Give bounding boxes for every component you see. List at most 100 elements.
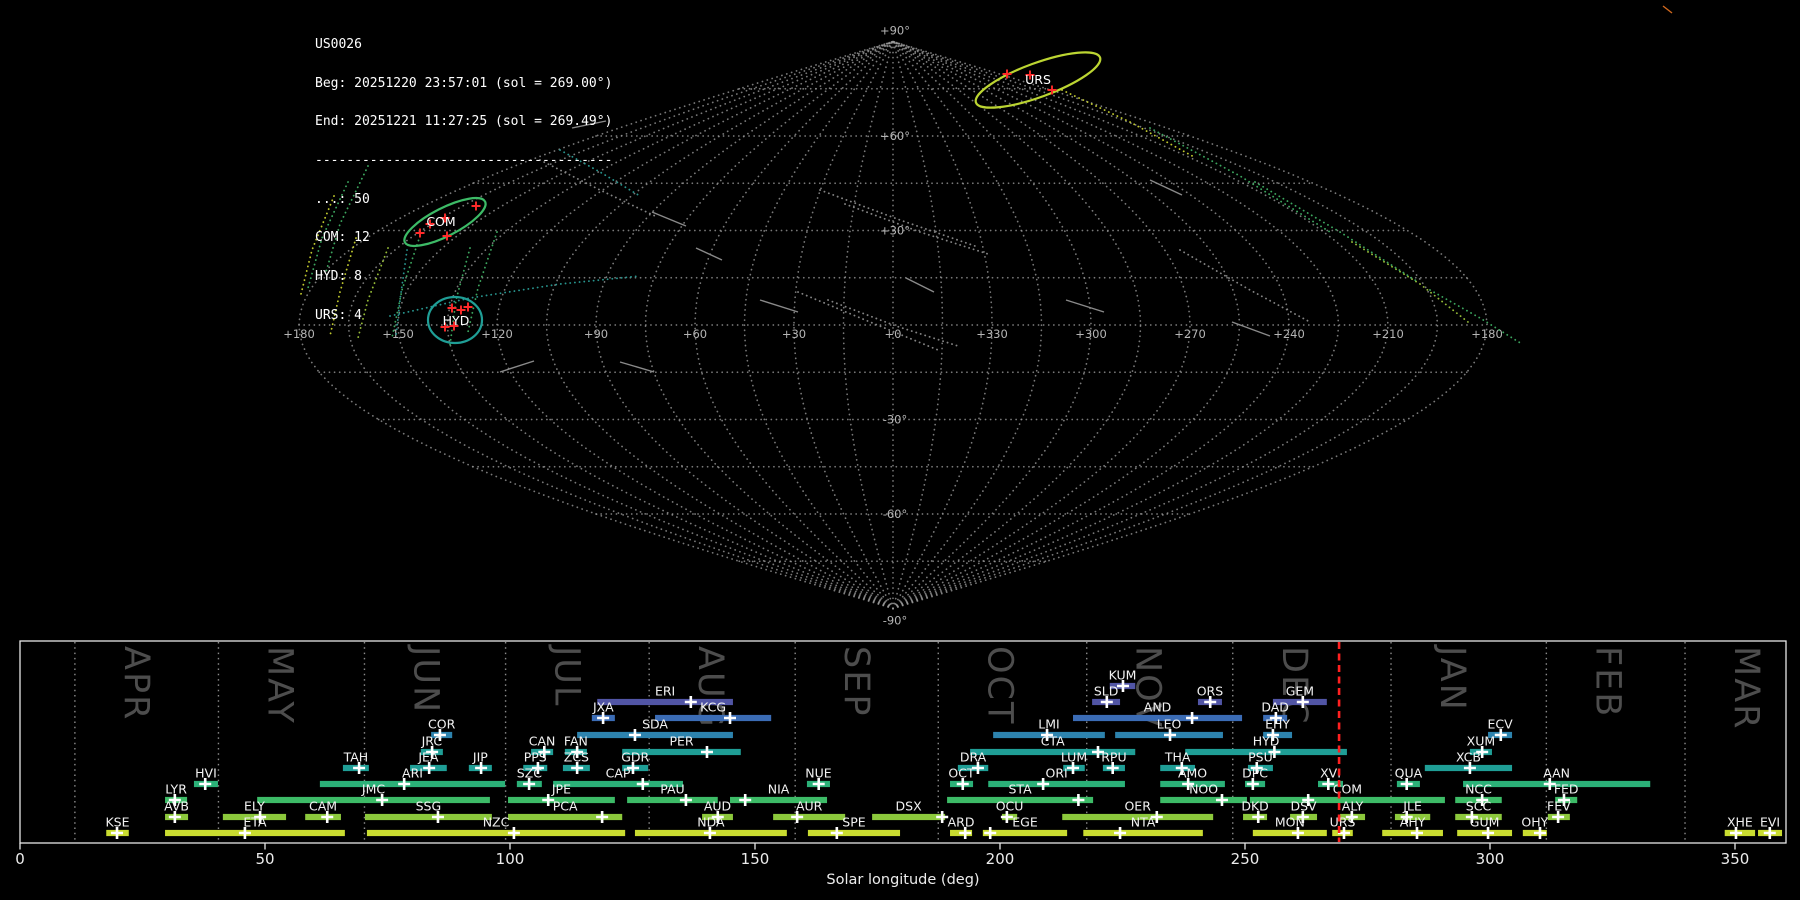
shower-label: ECV — [1487, 717, 1513, 732]
shower-label: COR — [428, 717, 456, 732]
shower-label: FAN — [564, 734, 588, 749]
lon-label: +0 — [885, 327, 902, 341]
radiant-trail — [1149, 127, 1331, 233]
lon-label: +300 — [1075, 327, 1107, 341]
shower-label: AAN — [1543, 766, 1570, 781]
shower-label: NOO — [1189, 782, 1218, 797]
shower-label: SPE — [842, 815, 865, 830]
shower-label: HYD — [1253, 734, 1280, 749]
month-label: APR — [116, 646, 156, 721]
shower-label: ERI — [655, 684, 675, 699]
shower-label: ORS — [1197, 684, 1224, 699]
meteor-segment — [1065, 299, 1105, 313]
shower-peak-marker — [507, 827, 520, 839]
shower-bar — [366, 829, 626, 837]
shower-label: AUD — [704, 799, 731, 814]
shower-label: HVI — [195, 766, 217, 781]
shower-label: PER — [669, 734, 693, 749]
shower-label: EHY — [1265, 717, 1290, 732]
shower-label: LUM — [1061, 750, 1087, 765]
shower-label: OCT — [948, 766, 975, 781]
shower-label: AMO — [1178, 766, 1207, 781]
shower-label: XUM — [1467, 734, 1496, 749]
shower-peak-marker — [984, 827, 997, 839]
month-label: MAR — [1726, 646, 1766, 730]
month-label: MAY — [259, 646, 299, 725]
tick-label: 300 — [1476, 850, 1505, 868]
meteor-segment — [499, 360, 535, 373]
meteor-segment — [905, 277, 935, 293]
shower-label: NTA — [1131, 815, 1156, 830]
shower-label: KSE — [105, 815, 129, 830]
meteor-segment — [759, 299, 799, 313]
radiant-trail — [844, 203, 989, 255]
shower-label: CTA — [1041, 734, 1065, 749]
shower-label: KCG — [700, 700, 726, 715]
shower-bar — [807, 829, 901, 837]
month-label: JAN — [1432, 644, 1472, 712]
lat-label: -60° — [883, 507, 908, 521]
shower-label: RPU — [1101, 750, 1126, 765]
month-label: JUL — [547, 644, 587, 707]
shower-label: CAM — [309, 799, 337, 814]
shower-label: PSU — [1248, 750, 1273, 765]
shower-peak-marker — [636, 778, 649, 790]
shower-label: JIP — [472, 750, 488, 765]
shower-label: ELY — [244, 799, 265, 814]
shower-label: PAU — [660, 782, 684, 797]
shower-label: DAD — [1261, 700, 1289, 715]
shower-label: SZC — [517, 766, 542, 781]
shower-label: TAH — [343, 750, 369, 765]
shower-peak-marker — [1114, 827, 1127, 839]
tick-label: 0 — [15, 850, 25, 868]
shower-label: ETA — [243, 815, 267, 830]
lat-label: -90° — [883, 614, 908, 628]
graticule-meridian — [892, 40, 1241, 610]
shower-label: ORI — [1045, 766, 1067, 781]
shower-label: JRC — [421, 734, 443, 749]
meteor-segment — [619, 361, 655, 373]
radiant-trail — [819, 189, 976, 247]
shower-label: GEM — [1286, 684, 1314, 699]
shower-label: SCC — [1466, 799, 1492, 814]
shower-bar — [1160, 796, 1247, 804]
shower-label: LYR — [165, 782, 187, 797]
tick-label: 50 — [255, 850, 274, 868]
count-urs: URS: 4 — [315, 307, 362, 323]
month-label: SEP — [836, 646, 876, 717]
shower-label: JPE — [551, 782, 571, 797]
lon-label: +60 — [683, 327, 707, 341]
count-com: COM: 12 — [315, 230, 370, 246]
shower-bar — [1252, 829, 1327, 837]
shower-peak-marker — [700, 746, 713, 758]
session-info: US0026 Beg: 20251220 23:57:01 (sol = 269… — [315, 13, 612, 336]
shower-peak-marker — [830, 827, 843, 839]
shower-label: DSV — [1290, 799, 1317, 814]
shower-label: DRA — [960, 750, 987, 765]
separator: -------------------------------------- — [315, 152, 613, 168]
month-label: OCT — [979, 646, 1019, 725]
shower-label: ZCS — [564, 750, 589, 765]
tick-label: 200 — [986, 850, 1015, 868]
shower-label: NDA — [697, 815, 725, 830]
shower-label: COM — [1333, 782, 1362, 797]
shower-label: ALY — [1342, 799, 1364, 814]
tick-label: 100 — [496, 850, 525, 868]
tick-label: 250 — [1231, 850, 1260, 868]
shower-label: THA — [1164, 750, 1191, 765]
shower-label: CAP — [606, 766, 631, 781]
plot-scene: +180 +150 +120 +90 +60 +30 +0 +330 +300 +270 +240 +… — [15, 5, 1787, 888]
shower-label: LMI — [1038, 717, 1059, 732]
shower-label: JEA — [417, 750, 439, 765]
shower-label: AUR — [796, 799, 823, 814]
shower-label: OER — [1124, 799, 1151, 814]
shower-label: QUA — [1395, 766, 1423, 781]
shower-label: XCB — [1456, 750, 1481, 765]
lat-label: +30° — [880, 224, 910, 238]
shower-bar — [257, 796, 490, 804]
x-axis-label: Solar longitude (deg) — [826, 872, 979, 888]
shower-label: AHY — [1400, 815, 1426, 830]
lon-label: +210 — [1372, 327, 1404, 341]
shower-peak-marker — [1186, 712, 1199, 724]
shower-label: XHE — [1727, 815, 1753, 830]
